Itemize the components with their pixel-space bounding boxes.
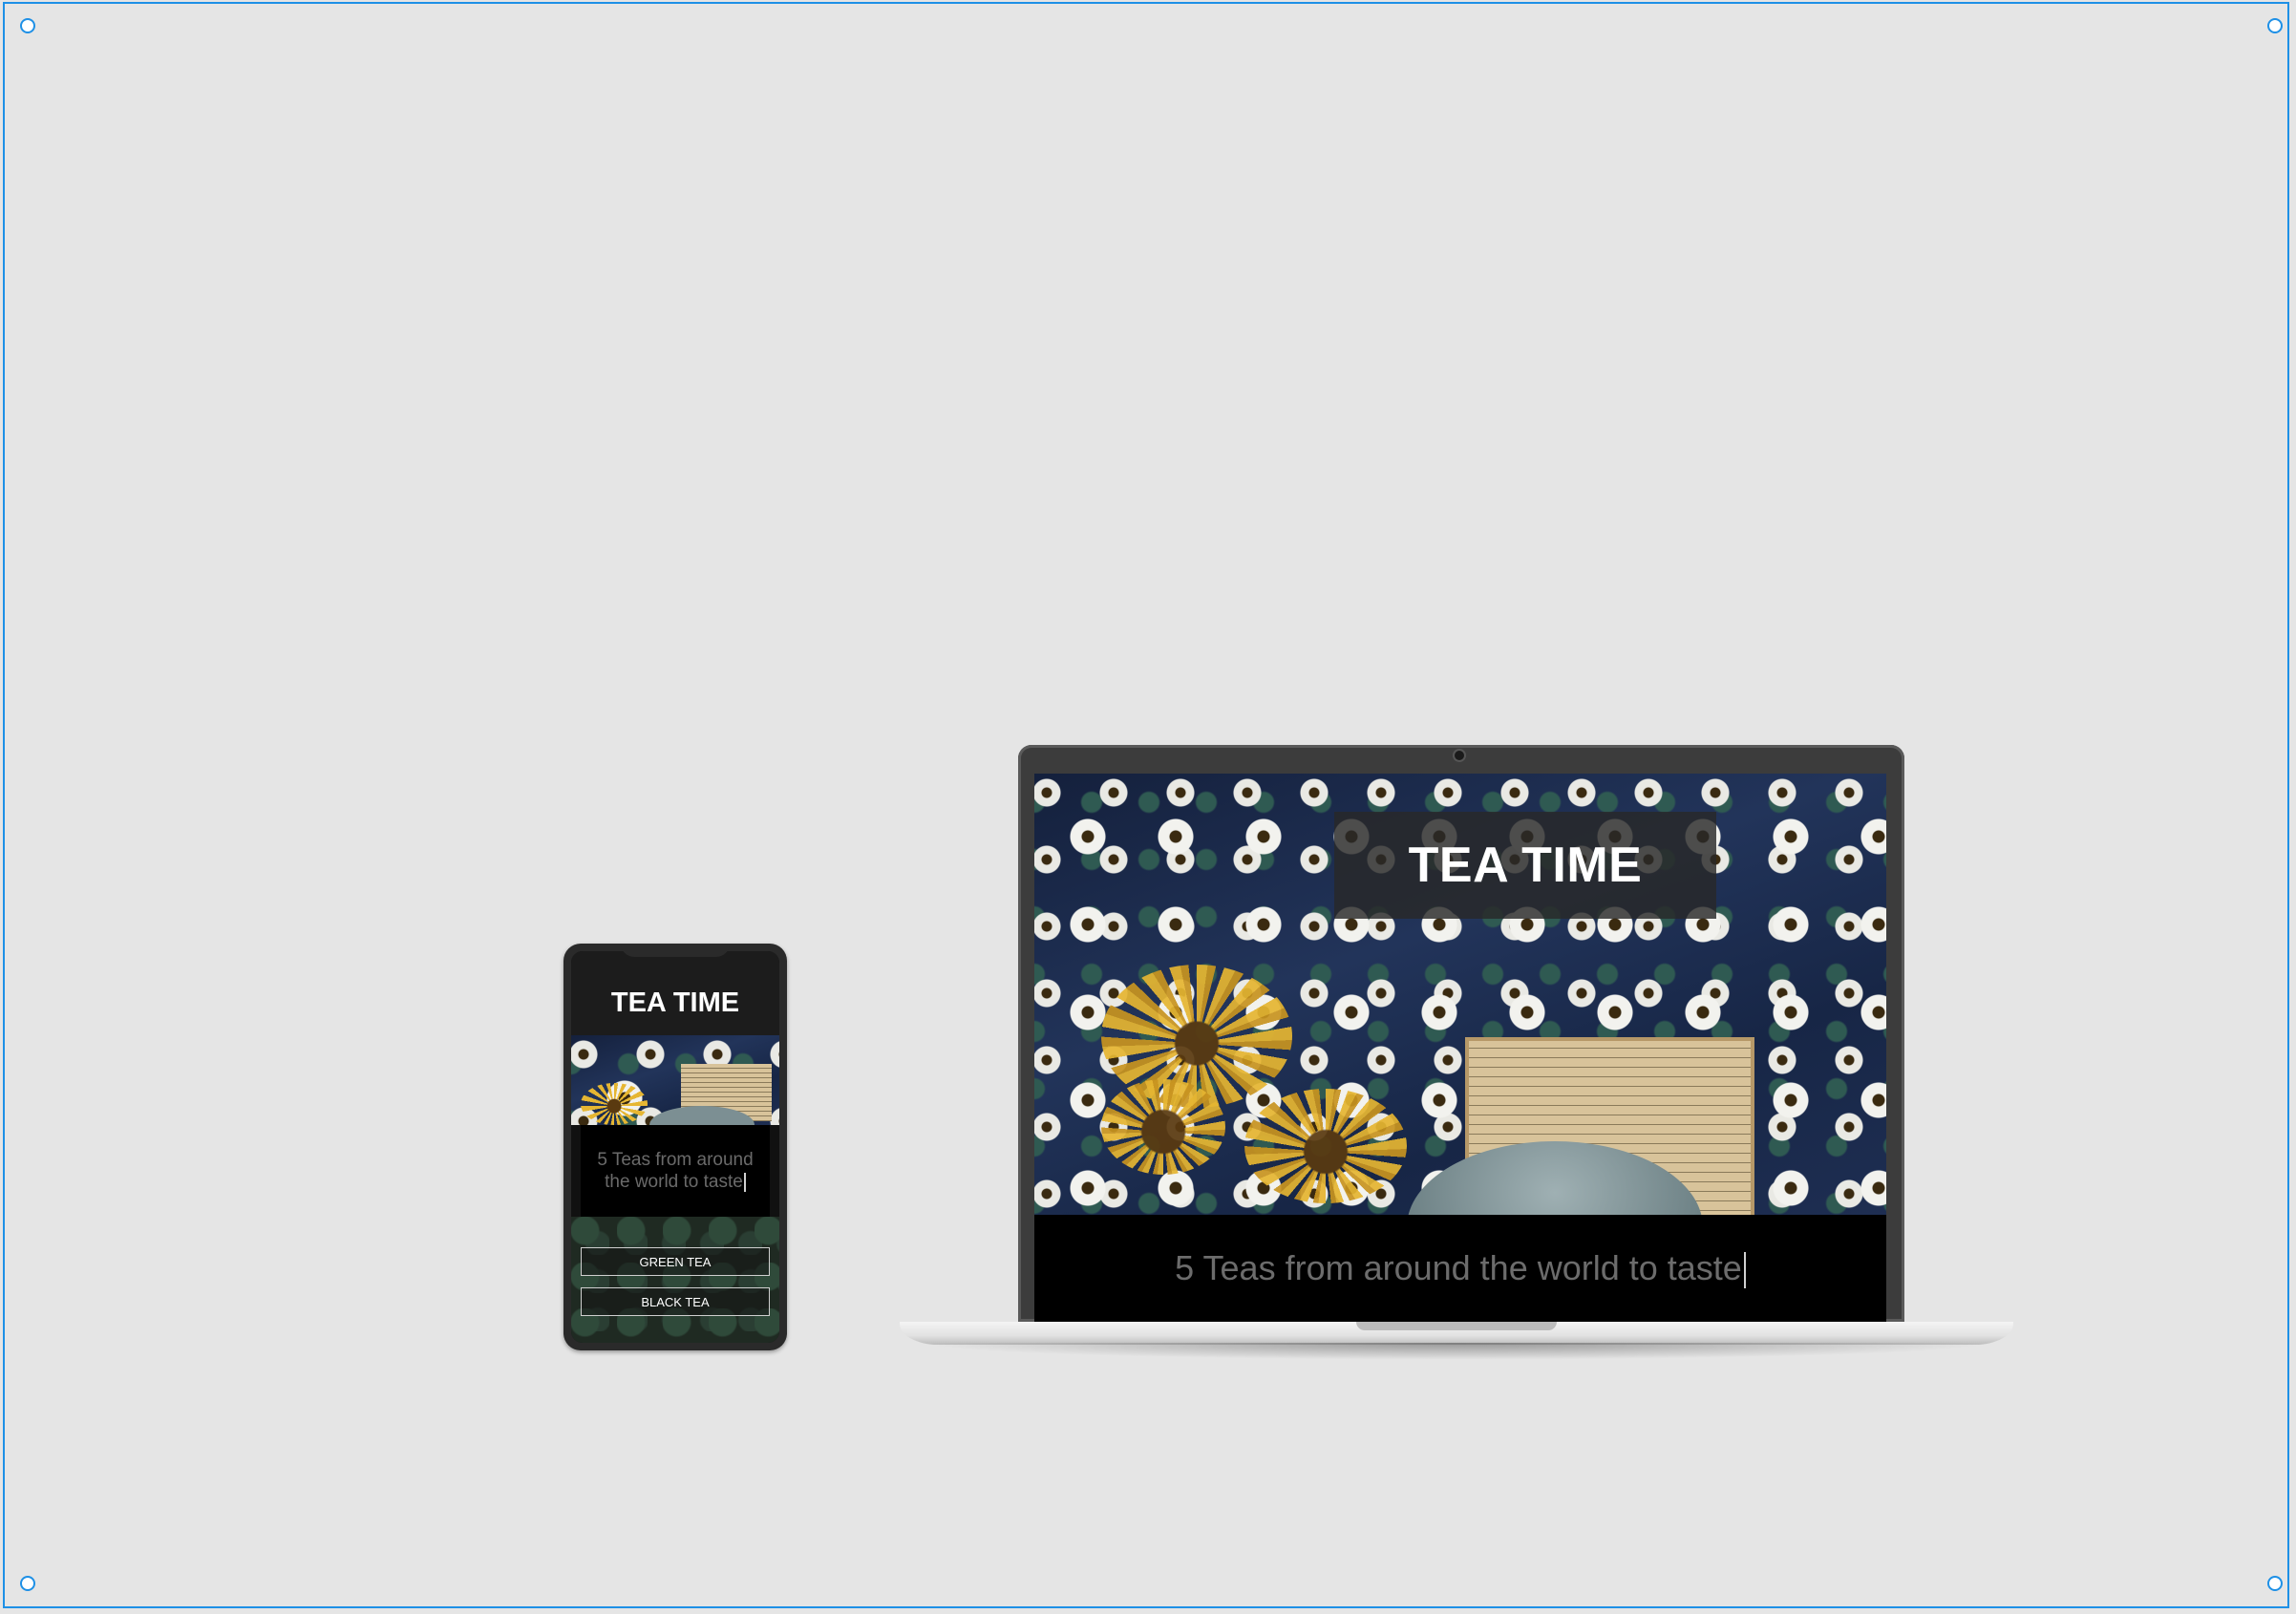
laptop-tagline[interactable]: 5 Teas from around the world to taste: [1175, 1247, 1746, 1289]
phone-screen: TEA TIME 5 Teas from around the world to…: [571, 951, 779, 1343]
laptop-site-title: TEA TIME: [1408, 838, 1643, 893]
sunflower-image: [1244, 1089, 1407, 1203]
resize-handle-bottom-right-icon[interactable]: [2267, 1576, 2283, 1591]
text-caret-icon: [1743, 1252, 1746, 1289]
laptop-hinge-notch: [1356, 1322, 1557, 1330]
phone-tagline[interactable]: 5 Teas from around the world to taste: [589, 1149, 761, 1193]
sunflower-image: [1101, 1079, 1225, 1175]
phone-site-title: TEA TIME: [610, 987, 740, 1018]
phone-notch: [621, 944, 730, 957]
phone-tagline-text: 5 Teas from around the world to taste: [597, 1150, 754, 1192]
laptop-hero-image: TEA TIME: [1034, 774, 1886, 1313]
resize-handle-bottom-left-icon[interactable]: [20, 1576, 35, 1591]
resize-handle-top-right-icon[interactable]: [2267, 18, 2283, 33]
artboard: TEA TIME 5 Teas from around the world to…: [0, 0, 2296, 1614]
black-tea-button[interactable]: BLACK TEA: [581, 1287, 770, 1316]
phone-tagline-box[interactable]: 5 Teas from around the world to taste: [581, 1125, 770, 1217]
green-tea-button[interactable]: GREEN TEA: [581, 1247, 770, 1276]
phone-header: TEA TIME: [571, 951, 779, 1035]
laptop-tagline-bar[interactable]: 5 Teas from around the world to taste: [1034, 1215, 1886, 1322]
camera-icon: [1455, 751, 1464, 760]
laptop-title-box: TEA TIME: [1334, 812, 1716, 919]
text-caret-icon: [743, 1172, 746, 1192]
laptop-screen: TEA TIME 5 Teas from around the world to…: [1034, 774, 1886, 1322]
sunflower-image: [581, 1083, 648, 1125]
resize-handle-top-left-icon[interactable]: [20, 18, 35, 33]
phone-menu-area: [571, 1217, 779, 1343]
laptop-tagline-text: 5 Teas from around the world to taste: [1175, 1247, 1742, 1287]
laptop-shadow: [917, 1343, 1996, 1360]
